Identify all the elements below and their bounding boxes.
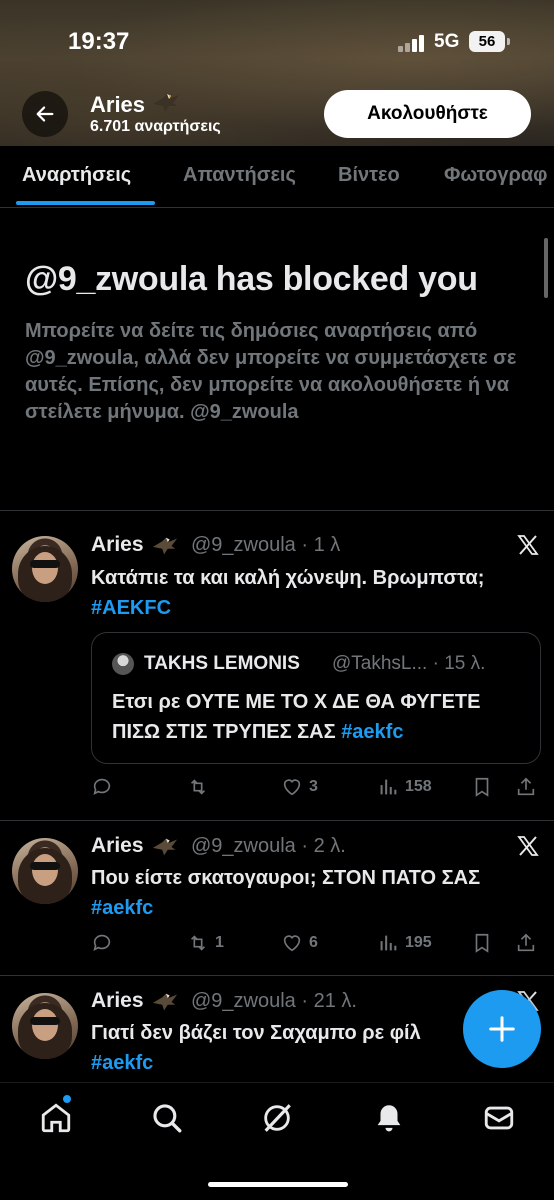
blocked-title: @9_zwoula has blocked you [25,260,478,298]
tab-videos[interactable]: Βίντεο [338,164,400,187]
quoted-text-body: Ετσι ρε ΟΥΤΕ ΜΕ ΤΟ Χ ΔΕ ΘΑ ΦΥΓΕΤΕ ΠΙΣΩ Σ… [112,691,481,743]
x-logo-icon [517,535,539,555]
profile-name: Aries [90,92,181,118]
post-handle-time: @9_zwoula · 21 λ. [191,990,357,1012]
profile-header: 19:37 5G 56 Aries 6.701 αναρτήσεις Ακολο… [0,0,554,146]
post-handle-time: @9_zwoula · 2 λ. [191,835,346,857]
like-icon [283,779,301,796]
battery-icon: 56 [469,31,510,52]
profile-name-text: Aries [90,92,146,117]
follow-button[interactable]: Ακολουθήστε [324,90,531,138]
search-icon[interactable] [150,1101,184,1135]
status-time: 19:37 [68,28,130,55]
signal-icon [398,34,426,52]
share-icon [517,777,535,796]
reply-button[interactable] [91,776,119,798]
bookmark-button[interactable] [471,776,493,798]
like-button[interactable]: 3 [281,776,318,798]
divider [0,975,554,976]
avatar[interactable] [12,536,78,602]
post-actions: 3 158 [91,776,546,806]
post-author-name[interactable]: Aries [91,989,144,1013]
quoted-handle-time: @TakhsL... · 15 λ. [332,653,486,674]
like-button[interactable]: 6 [281,932,318,954]
share-button[interactable] [515,776,537,798]
reply-icon [93,934,111,951]
divider [0,820,554,821]
views-icon [380,779,397,795]
messages-icon[interactable] [482,1101,516,1135]
repost-button[interactable] [187,776,215,798]
notifications-icon[interactable] [372,1101,406,1135]
post-text: Κατάπιε τα και καλή χώνεψη. Βρωμπστα; #A… [91,563,546,623]
tab-posts[interactable]: Αναρτήσεις [22,164,131,187]
views-icon [380,935,397,951]
posts-count: 6.701 αναρτήσεις [90,118,221,135]
repost-icon [190,779,206,795]
tab-replies[interactable]: Απαντήσεις [183,164,296,187]
divider [0,510,554,511]
share-icon [517,933,535,952]
post-author-name[interactable]: Aries [91,834,144,858]
home-icon[interactable] [39,1101,73,1135]
post-actions: 1 6 195 [91,932,546,962]
compose-plus-icon [489,1016,515,1042]
views-count: 158 [405,778,432,795]
avatar[interactable] [12,838,78,904]
profile-tabs: Αναρτήσεις Απαντήσεις Βίντεο Φωτογραφ [0,146,554,208]
reply-icon [93,778,111,795]
bookmark-button[interactable] [471,932,493,954]
views-button[interactable]: 195 [377,932,432,954]
back-button[interactable] [22,91,68,137]
blocked-message: Μπορείτε να δείτε τις δημόσιες αναρτήσει… [25,320,517,423]
eagle-emoji-icon [152,838,178,856]
post-handle-time: @9_zwoula · 1 λ [191,534,341,556]
views-count: 195 [405,934,432,951]
network-type: 5G [434,31,460,52]
quoted-author-name: TAKHS LEMONIS [144,653,300,674]
grok-icon[interactable] [260,1101,294,1135]
post-text-body: Που είστε σκατογαυροι; ΣΤΟΝ ΠΑΤΟ ΣΑΣ [91,867,481,889]
hashtag-link[interactable]: #aekfc [91,1052,153,1074]
status-bar: 19:37 5G 56 [0,26,554,58]
hashtag-link[interactable]: #aekfc [341,721,403,743]
eagle-emoji-icon [152,993,178,1011]
bookmark-icon [475,933,489,953]
share-button[interactable] [515,932,537,954]
scrollbar[interactable] [544,238,548,298]
eagle-emoji-icon [152,537,178,555]
post-text: Που είστε σκατογαυροι; ΣΤΟΝ ΠΑΤΟ ΣΑΣ #ae… [91,863,546,923]
like-count: 3 [309,778,318,795]
repost-button[interactable]: 1 [187,932,224,954]
post-author-name[interactable]: Aries [91,533,144,557]
avatar [112,653,134,675]
repost-icon [190,935,206,951]
tab-photos[interactable]: Φωτογραφ [444,164,547,187]
like-count: 6 [309,934,318,951]
avatar[interactable] [12,993,78,1059]
eagle-emoji-icon [153,94,180,112]
views-button[interactable]: 158 [377,776,432,798]
post-text-body: Κατάπιε τα και καλή χώνεψη. Βρωμπστα; [91,567,485,589]
home-notification-dot [63,1095,71,1103]
like-icon [283,935,301,952]
active-tab-indicator [16,201,155,205]
hashtag-link[interactable]: #aekfc [91,897,153,919]
quoted-text: Ετσι ρε ΟΥΤΕ ΜΕ ΤΟ Χ ΔΕ ΘΑ ΦΥΓΕΤΕ ΠΙΣΩ Σ… [112,687,532,747]
bookmark-icon [475,777,489,797]
compose-button[interactable] [463,990,541,1068]
repost-count: 1 [215,934,224,951]
reply-button[interactable] [91,932,119,954]
home-indicator[interactable] [208,1182,348,1187]
hashtag-link[interactable]: #AEKFC [91,597,171,619]
quoted-post[interactable]: TAKHS LEMONIS @TakhsL... · 15 λ. Ετσι ρε… [91,632,541,764]
post-text-body: Γιατί δεν βάζει τον Σαχαμπο ρε φίλ [91,1022,421,1044]
back-arrow-icon [36,106,54,122]
x-logo-icon [517,836,539,856]
